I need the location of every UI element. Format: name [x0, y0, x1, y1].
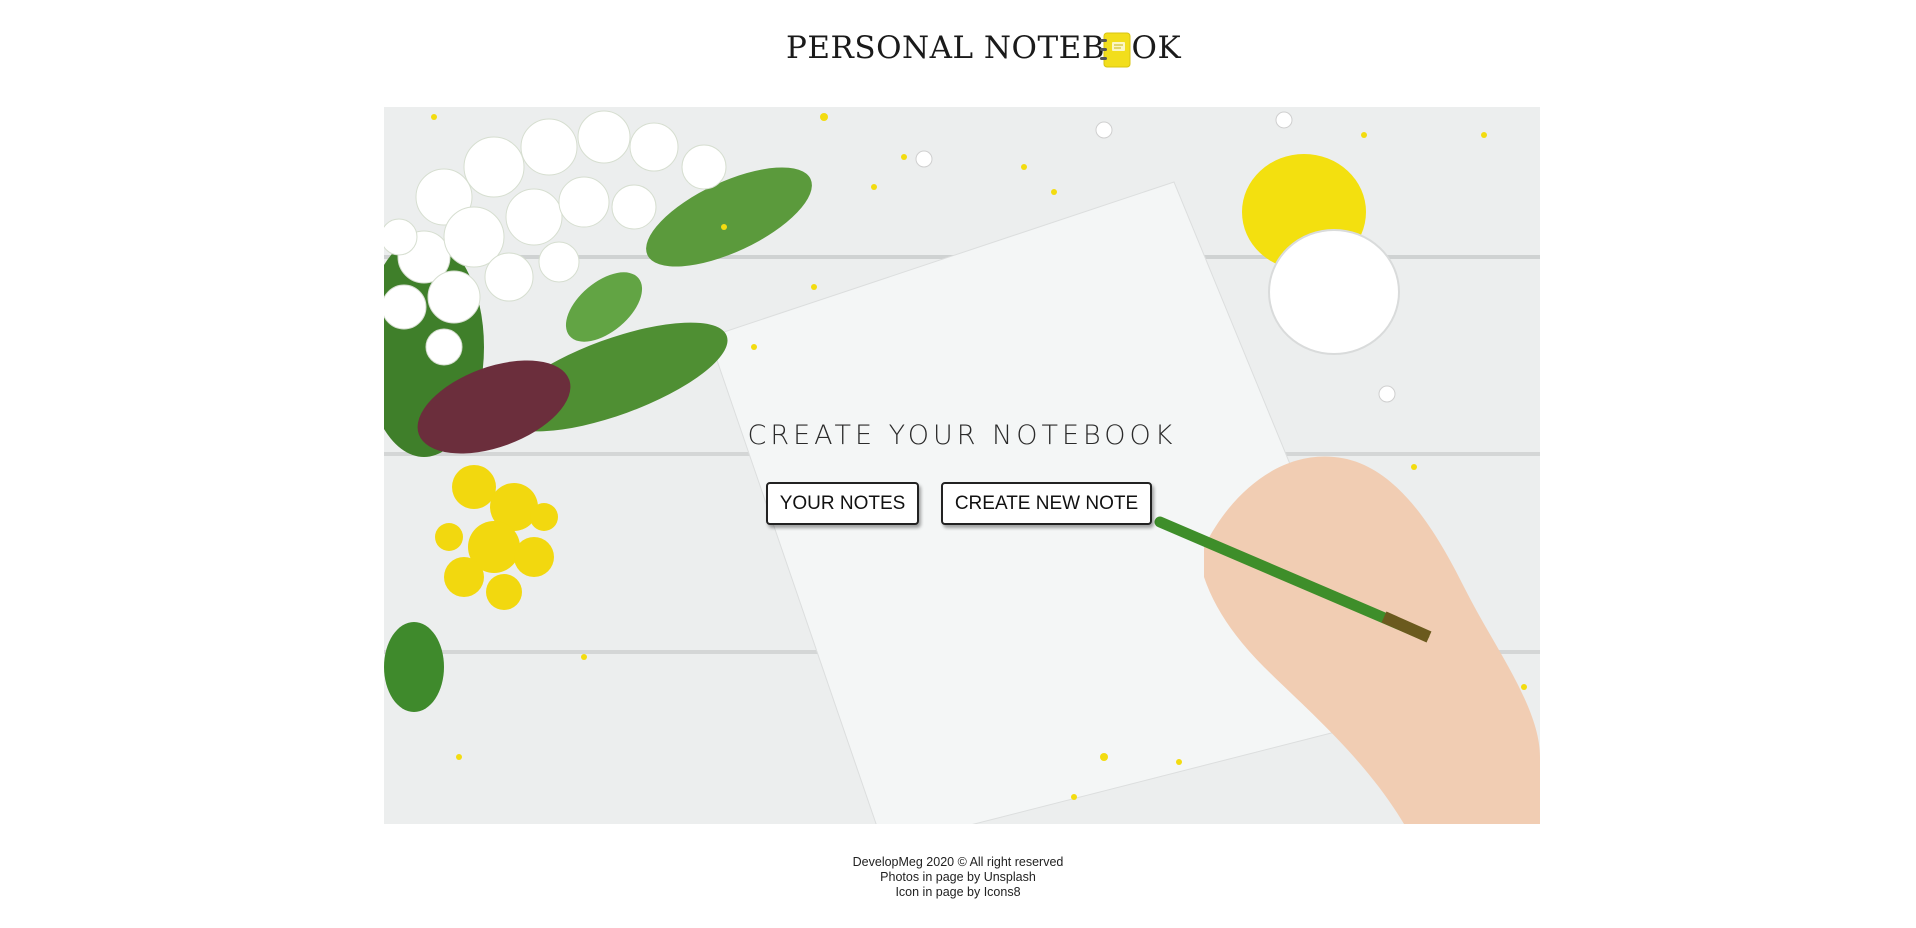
notebook-icon — [1100, 32, 1132, 68]
footer-icon-credit: Icon in page by Icons8 — [895, 885, 1021, 899]
site-header: PERSONAL NOTEBOOK — [0, 0, 1916, 106]
your-notes-button[interactable]: YOUR NOTES — [766, 482, 919, 525]
hero-title: CREATE YOUR NOTEBOOK — [747, 420, 1177, 451]
site-footer: DevelopMeg 2020 © All right reserved Pho… — [0, 855, 1916, 900]
create-new-note-button[interactable]: CREATE NEW NOTE — [941, 482, 1152, 525]
footer-copyright: DevelopMeg 2020 © All right reserved — [852, 855, 1064, 869]
footer-photos-credit: Photos in page by Unsplash — [880, 870, 1036, 884]
hero-background-photo — [384, 107, 1540, 824]
hero-banner: CREATE YOUR NOTEBOOK YOUR NOTES CREATE N… — [384, 107, 1540, 824]
